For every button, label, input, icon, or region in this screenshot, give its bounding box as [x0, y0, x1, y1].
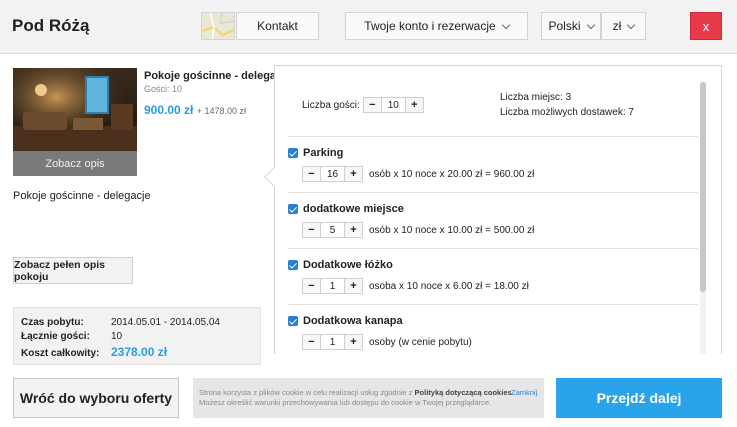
see-description-label: Zobacz opis — [45, 157, 105, 170]
divider — [288, 304, 698, 305]
booking-summary: Czas pobytu: 2014.05.01 - 2014.05.04 Łącz… — [13, 307, 261, 365]
decrement-button[interactable]: − — [303, 167, 320, 181]
divider — [288, 248, 698, 249]
service-parking-line: − 16 + osób x 10 noce x 20.00 zł = 960.0… — [302, 166, 534, 182]
checkbox-checked-icon[interactable] — [288, 148, 298, 158]
quantity-stepper: − 1 + — [302, 334, 363, 350]
scrollbar-thumb[interactable] — [700, 82, 706, 292]
brand-title: Pod Różą — [12, 16, 90, 35]
language-label: Polski — [548, 19, 581, 33]
extra-beds-text: Liczba możliwych dostawek: 7 — [500, 107, 634, 118]
back-to-offers-button[interactable]: Wróć do wyboru oferty — [13, 378, 179, 418]
increment-button[interactable]: + — [345, 223, 362, 237]
guests-count-row: Liczba gości: − 10 + — [302, 97, 424, 113]
checkbox-checked-icon[interactable] — [288, 204, 298, 214]
quantity-value[interactable]: 5 — [320, 223, 345, 237]
guests-stepper: − 10 + — [362, 97, 424, 113]
increment-button[interactable]: + — [345, 279, 362, 293]
account-dropdown[interactable]: Twoje konto i rezerwacje — [345, 12, 528, 40]
capacity-info: Liczba miejsc: 3 Liczba możliwych dostaw… — [500, 90, 634, 120]
quantity-value[interactable]: 16 — [320, 167, 345, 181]
room-guests: Gości: 10 — [144, 84, 183, 94]
cookie-text: Strona korzysta z plików cookie w celu r… — [199, 388, 413, 397]
service-name: dodatkowe miejsce — [303, 203, 404, 215]
see-description-button[interactable]: Zobacz opis — [13, 151, 137, 176]
close-button[interactable]: x — [690, 12, 722, 40]
contact-label: Kontakt — [257, 19, 298, 33]
service-calculation: osób x 10 noce x 10.00 zł = 500.00 zł — [369, 224, 535, 236]
quantity-stepper: − 5 + — [302, 222, 363, 238]
chevron-down-icon — [627, 20, 636, 29]
account-label: Twoje konto i rezerwacje — [364, 19, 496, 33]
total-label: Koszt całkowity: — [21, 348, 100, 359]
increment-button[interactable]: + — [345, 167, 362, 181]
full-description-label: Zobacz pełen opis pokoju — [14, 258, 106, 283]
guests-count-label: Liczba gości: — [302, 99, 360, 111]
full-description-button[interactable]: Zobacz pełen opis pokoju — [13, 257, 133, 284]
service-extra-bed-line: − 1 + osoba x 10 noce x 6.00 zł = 18.00 … — [302, 278, 529, 294]
service-calculation: osoby (w cenie pobytu) — [369, 336, 472, 348]
cookie-close-link[interactable]: Zamknij — [511, 388, 537, 397]
service-extra-sofa[interactable]: Dodatkowa kanapa — [288, 315, 403, 327]
language-dropdown[interactable]: Polski — [541, 12, 601, 40]
decrement-button[interactable]: − — [303, 335, 320, 349]
service-name: Dodatkowe łóżko — [303, 259, 393, 271]
service-parking[interactable]: Parking — [288, 147, 343, 159]
room-description: Pokoje gościnne - delegacje — [13, 190, 151, 202]
cookie-policy-link[interactable]: Polityką dotyczącą cookies — [415, 388, 512, 397]
chevron-down-icon — [586, 20, 595, 29]
guests-count-value[interactable]: 10 — [380, 98, 406, 112]
checkbox-checked-icon[interactable] — [288, 316, 298, 326]
summary-guests: Łącznie gości: 10 — [21, 331, 122, 342]
increment-button[interactable]: + — [345, 335, 362, 349]
top-header: Pod Różą Kontakt Twoje konto i rezerwacj… — [0, 0, 737, 54]
price-extra: + 1478.00 zł — [196, 106, 247, 116]
service-extra-sofa-line: − 1 + osoby (w cenie pobytu) — [302, 334, 472, 350]
service-name: Parking — [303, 147, 344, 159]
guests-label: Łącznie gości: — [21, 331, 90, 342]
next-button[interactable]: Przejdź dalej — [556, 378, 722, 418]
back-label: Wróć do wyboru oferty — [19, 390, 173, 406]
cookie-line-2: Możesz określić warunki przechowywania l… — [199, 398, 492, 407]
cookie-line-1: Strona korzysta z plików cookie w celu r… — [199, 388, 514, 397]
currency-label: zł — [612, 19, 622, 33]
quantity-value[interactable]: 1 — [320, 335, 345, 349]
increment-button[interactable]: + — [405, 98, 423, 112]
stay-label: Czas pobytu: — [21, 317, 84, 328]
service-extra-place[interactable]: dodatkowe miejsce — [288, 203, 404, 215]
summary-stay: Czas pobytu: 2014.05.01 - 2014.05.04 — [21, 317, 220, 328]
decrement-button[interactable]: − — [303, 279, 320, 293]
chevron-down-icon — [501, 20, 510, 29]
room-title: Pokoje gościnne - delegacje — [144, 70, 292, 82]
service-name: Dodatkowa kanapa — [303, 315, 403, 327]
decrement-button[interactable]: − — [303, 223, 320, 237]
quantity-stepper: − 16 + — [302, 166, 363, 182]
price-main: 900.00 zł — [144, 103, 194, 117]
quantity-value[interactable]: 1 — [320, 279, 345, 293]
total-value: 2378.00 zł — [111, 345, 168, 359]
map-thumbnail[interactable] — [201, 12, 235, 40]
service-extra-place-line: − 5 + osób x 10 noce x 10.00 zł = 500.00… — [302, 222, 534, 238]
currency-dropdown[interactable]: zł — [601, 12, 646, 40]
checkbox-checked-icon[interactable] — [288, 260, 298, 270]
stay-value: 2014.05.01 - 2014.05.04 — [111, 317, 220, 328]
guests-value: 10 — [111, 331, 123, 342]
service-calculation: osoba x 10 noce x 6.00 zł = 18.00 zł — [369, 280, 529, 292]
divider — [288, 136, 698, 137]
next-label: Przejdź dalej — [596, 390, 682, 406]
cookie-notice: Strona korzysta z plików cookie w celu r… — [193, 378, 544, 418]
service-extra-bed[interactable]: Dodatkowe łóżko — [288, 259, 393, 271]
divider — [288, 192, 698, 193]
contact-button[interactable]: Kontakt — [236, 12, 319, 40]
service-calculation: osób x 10 noce x 20.00 zł = 960.00 zł — [369, 168, 535, 180]
summary-total: Koszt całkowity: 2378.00 zł — [21, 345, 167, 359]
room-price: 900.00 zł + 1478.00 zł — [144, 103, 246, 117]
quantity-stepper: − 1 + — [302, 278, 363, 294]
places-text: Liczba miejsc: 3 — [500, 92, 572, 103]
close-icon: x — [702, 18, 710, 34]
decrement-button[interactable]: − — [363, 98, 381, 112]
room-photo[interactable] — [13, 68, 137, 151]
